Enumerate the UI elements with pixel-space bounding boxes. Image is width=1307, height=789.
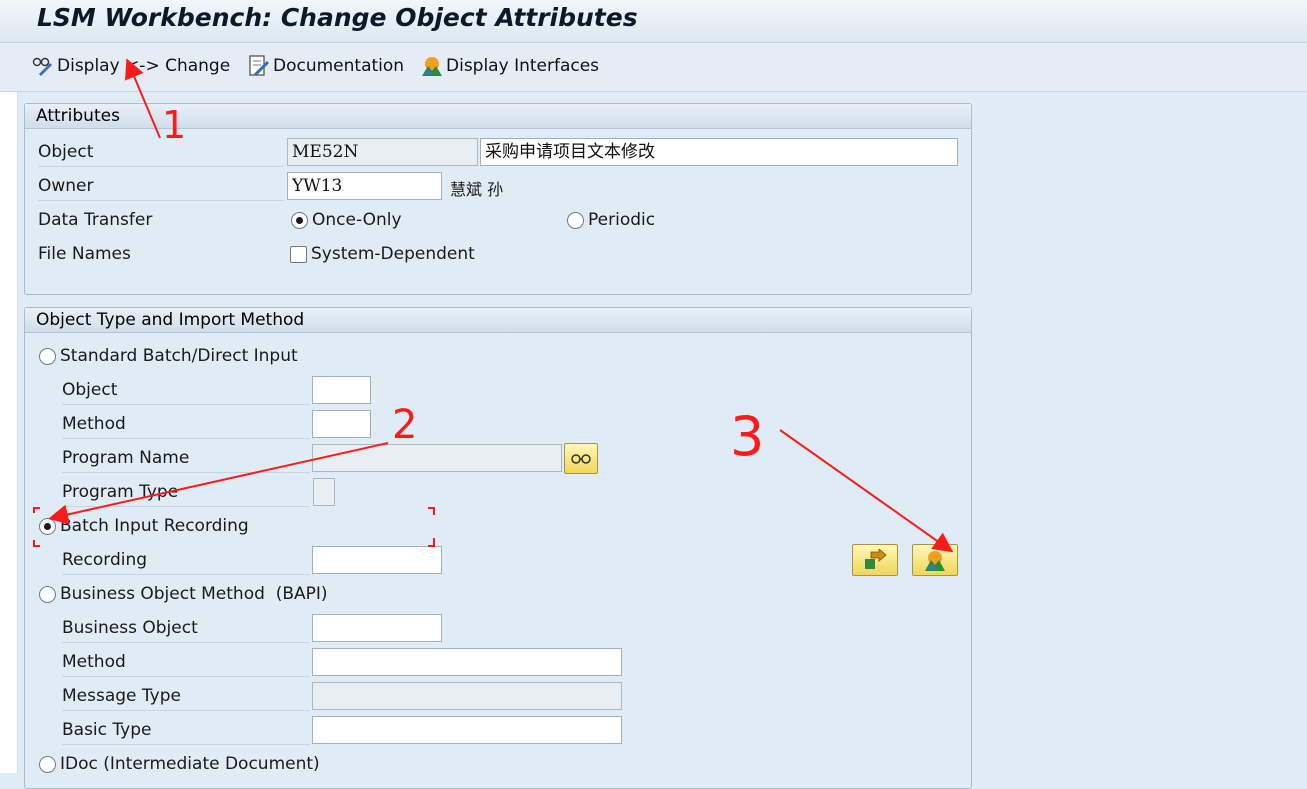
system-dependent-label: System-Dependent bbox=[311, 244, 475, 264]
documentation-label: Documentation bbox=[273, 56, 405, 76]
program-name-label: Program Name bbox=[62, 448, 310, 473]
program-type-field[interactable] bbox=[313, 478, 335, 506]
message-type-label: Message Type bbox=[62, 686, 310, 711]
owner-field[interactable]: YW13 bbox=[287, 172, 442, 200]
standard-batch-radio[interactable] bbox=[39, 348, 56, 365]
owner-name: 慧斌 孙 bbox=[450, 180, 504, 199]
standard-batch-label: Standard Batch/Direct Input bbox=[60, 346, 298, 366]
periodic-label: Periodic bbox=[588, 210, 656, 230]
documentation-button[interactable]: Documentation bbox=[247, 53, 404, 79]
data-transfer-label: Data Transfer bbox=[38, 210, 153, 230]
bapi-radio[interactable] bbox=[39, 586, 56, 603]
interfaces-overview-button[interactable] bbox=[912, 544, 958, 576]
bapi-method-field[interactable] bbox=[312, 648, 622, 676]
recording-field[interactable] bbox=[312, 546, 442, 574]
interfaces-icon bbox=[422, 57, 442, 76]
idoc-label: IDoc (Intermediate Document) bbox=[60, 754, 320, 774]
std-method-label: Method bbox=[62, 414, 310, 439]
recording-label: Recording bbox=[62, 550, 310, 575]
object-label: Object bbox=[38, 142, 284, 167]
business-object-label: Business Object bbox=[62, 618, 310, 643]
program-type-label: Program Type bbox=[62, 482, 310, 507]
object-field[interactable]: ME52N bbox=[287, 138, 478, 166]
display-change-button[interactable]: Display <-> Change bbox=[31, 53, 230, 79]
glasses-icon bbox=[571, 453, 591, 464]
std-object-label: Object bbox=[62, 380, 310, 405]
message-type-field[interactable] bbox=[312, 682, 622, 710]
glasses-button[interactable] bbox=[564, 443, 598, 474]
periodic-radio[interactable] bbox=[567, 212, 584, 229]
bapi-method-label: Method bbox=[62, 652, 310, 677]
once-only-label: Once-Only bbox=[312, 210, 402, 230]
owner-label: Owner bbox=[38, 176, 284, 201]
object-description-field[interactable]: 采购申请项目文本修改 bbox=[480, 138, 958, 166]
basic-type-label: Basic Type bbox=[62, 720, 310, 745]
display-interfaces-button[interactable]: Display Interfaces bbox=[420, 53, 599, 79]
display-interfaces-label: Display Interfaces bbox=[446, 56, 600, 76]
display-change-label: Display <-> Change bbox=[57, 56, 231, 76]
idoc-radio[interactable] bbox=[39, 756, 56, 773]
document-pencil-icon bbox=[249, 55, 270, 77]
program-name-field[interactable] bbox=[312, 444, 562, 472]
application-toolbar: Display <-> Change Documentation Display… bbox=[0, 43, 1307, 92]
std-object-field[interactable] bbox=[312, 376, 371, 404]
transfer-arrow-icon bbox=[865, 549, 887, 569]
batch-input-recording-radio[interactable] bbox=[39, 518, 56, 535]
window-title: LSM Workbench: Change Object Attributes bbox=[37, 3, 638, 32]
title-bar: LSM Workbench: Change Object Attributes bbox=[0, 0, 1307, 43]
std-method-field[interactable] bbox=[312, 410, 371, 438]
attributes-heading: Attributes bbox=[25, 104, 971, 129]
glasses-pencil-icon bbox=[32, 57, 53, 77]
bapi-label: Business Object Method (BAPI) bbox=[60, 584, 328, 604]
batch-input-recording-label: Batch Input Recording bbox=[60, 516, 249, 536]
file-names-label: File Names bbox=[38, 244, 131, 264]
basic-type-field[interactable] bbox=[312, 716, 622, 744]
interfaces-icon bbox=[925, 551, 945, 571]
import-method-heading: Object Type and Import Method bbox=[25, 308, 971, 333]
system-dependent-checkbox[interactable] bbox=[290, 246, 307, 263]
once-only-radio[interactable] bbox=[291, 212, 308, 229]
left-margin bbox=[0, 92, 18, 773]
business-object-field[interactable] bbox=[312, 614, 442, 642]
process-recording-button[interactable] bbox=[852, 544, 898, 576]
